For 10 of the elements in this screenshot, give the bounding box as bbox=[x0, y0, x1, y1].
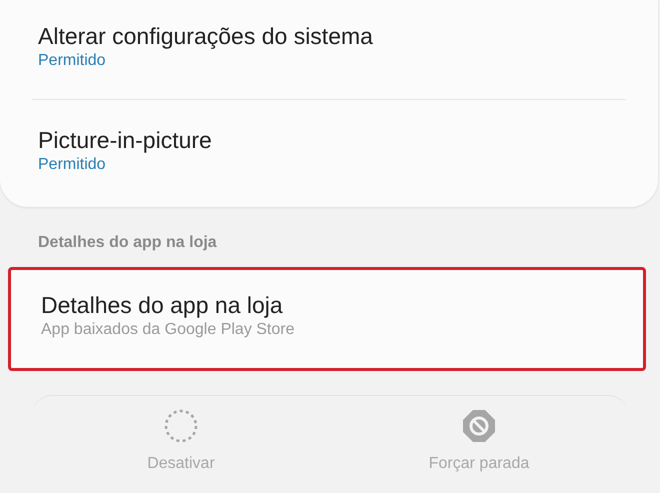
store-details-item[interactable]: Detalhes do app na loja App baixados da Google Play Store bbox=[8, 267, 646, 371]
item-title: Detalhes do app na loja bbox=[41, 291, 284, 320]
setting-status: Permitido bbox=[38, 51, 107, 71]
dotted-circle-icon bbox=[163, 408, 199, 444]
section-header: Detalhes do app na loja bbox=[37, 233, 218, 253]
setting-title[interactable]: Alterar configurações do sistema bbox=[38, 21, 620, 51]
setting-title[interactable]: Picture-in-picture bbox=[38, 125, 620, 155]
item-subtitle: App baixados da Google Play Store bbox=[41, 320, 296, 340]
stop-icon bbox=[461, 408, 497, 444]
setting-status: Permitido bbox=[38, 155, 107, 175]
